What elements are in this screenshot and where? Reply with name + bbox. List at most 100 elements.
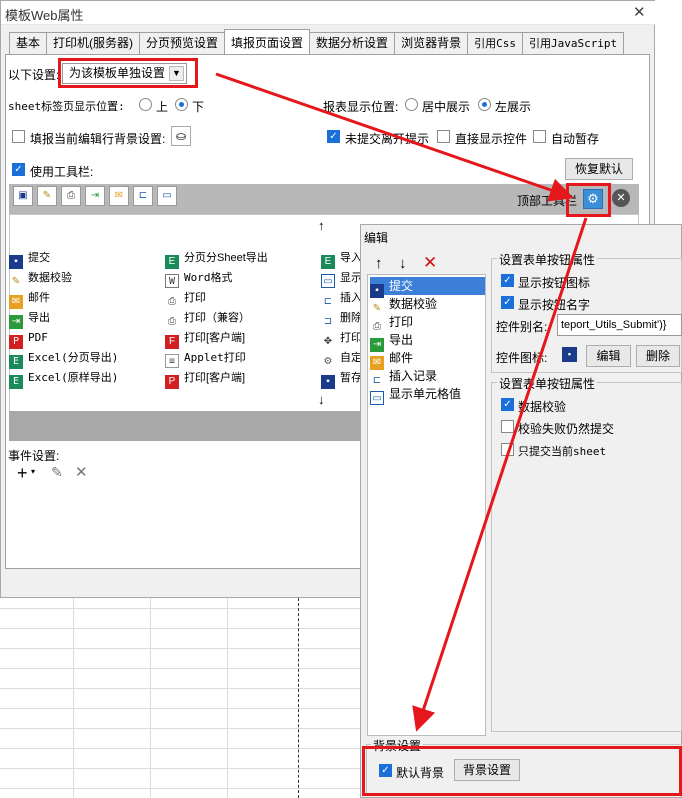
tab-css[interactable]: 引用Css — [467, 32, 523, 54]
list-item[interactable]: E Excel(分页导出) — [9, 349, 118, 369]
tab-printer[interactable]: 打印机(服务器) — [46, 32, 141, 54]
cell-value-icon[interactable]: ▭ — [157, 186, 177, 206]
list-item[interactable]: ✉ 邮件 — [9, 289, 50, 309]
export-icon: ⇥ — [9, 315, 23, 329]
spreadsheet-background — [0, 598, 362, 798]
pencil-icon[interactable]: ✎ — [37, 186, 57, 206]
printer-icon[interactable]: ⎙ — [61, 186, 81, 206]
highlight-box — [566, 183, 611, 217]
save-icon[interactable]: ▣ — [13, 186, 33, 206]
mail-icon[interactable]: ✉ — [109, 186, 129, 206]
excel-icon: E — [165, 255, 179, 269]
arrow-up-icon[interactable]: ↑ — [318, 218, 325, 233]
list-item[interactable]: ⎙ 打印 — [370, 313, 485, 332]
list-item[interactable]: E 分页分Sheet导出 — [165, 249, 268, 269]
sheet-pos-bottom-radio[interactable] — [175, 98, 188, 111]
word-icon: W — [165, 274, 179, 288]
tab-basic[interactable]: 基本 — [9, 32, 48, 54]
only-sheet-checkbox[interactable] — [501, 443, 514, 456]
tab-bar: 基本 打印机(服务器) 分页预览设置 填报页面设置 数据分析设置 浏览器背景 引… — [9, 29, 625, 54]
delete-icon[interactable]: ✕ — [423, 253, 437, 273]
list-item[interactable]: ▪ 提交 — [9, 249, 50, 269]
list-item[interactable]: ⎙ 打印（兼容） — [165, 309, 250, 327]
list-item[interactable]: ⇥ 导出 — [9, 309, 50, 329]
remove-toolbar-icon[interactable]: ✕ — [612, 189, 630, 207]
close-icon[interactable]: ✕ — [633, 3, 646, 21]
sheet-pos-bottom-label: 下 — [192, 100, 205, 114]
unsubmitted-checkbox[interactable]: ✓ — [327, 130, 340, 143]
excel-icon: E — [9, 375, 23, 389]
list-item[interactable]: ▭ 显示单元格值 — [370, 385, 485, 405]
pdf-icon: P — [165, 375, 179, 389]
use-toolbar-checkbox[interactable]: ✓ — [12, 163, 25, 176]
group-title: 设置表单按钮属性 — [497, 251, 598, 268]
window-title: 模板Web属性 — [5, 8, 84, 23]
list-item[interactable]: ✎ 数据校验 — [370, 295, 485, 314]
alias-label: 控件别名: — [496, 320, 548, 334]
report-pos-label: 报表显示位置: — [323, 100, 399, 114]
list-item[interactable]: ▪ 暂存 — [321, 369, 362, 389]
list-item[interactable]: ⚙ 自定 — [321, 349, 362, 367]
printer-icon: ⎙ — [168, 316, 176, 327]
list-item[interactable]: ⇥ 导出 — [370, 331, 485, 352]
show-icon-checkbox[interactable]: ✓ — [501, 274, 514, 287]
pencil-icon[interactable]: ✎ — [51, 464, 63, 481]
list-item[interactable]: ⊐ 删除 — [321, 309, 362, 327]
direct-ctrl-checkbox[interactable] — [437, 130, 450, 143]
restore-default-button[interactable]: 恢复默认 — [565, 158, 633, 180]
list-item[interactable]: ⊏ 插入记录 — [370, 367, 485, 386]
fail-submit-checkbox[interactable] — [501, 420, 514, 433]
list-item[interactable]: P PDF — [9, 329, 48, 349]
list-item[interactable]: ✥ 打印 — [321, 329, 362, 347]
list-item[interactable]: ▪ 提交 — [370, 277, 485, 298]
items-grid: ▪ 提交 ✎ 数据校验 ✉ 邮件 ⇥ 导出 P PDF E Excel(分页导出) E Exc… — [9, 249, 369, 409]
autosave-checkbox[interactable] — [533, 130, 546, 143]
report-pos-left-radio[interactable] — [478, 98, 491, 111]
cell-value-icon: ▭ — [321, 274, 335, 288]
list-item[interactable]: ⊏ 插入 — [321, 289, 362, 307]
applet-icon: ≡ — [165, 354, 179, 368]
unsubmitted-label: 未提交离开提示 — [345, 132, 430, 146]
row-bg-checkbox[interactable] — [12, 130, 25, 143]
list-item[interactable]: ✎ 数据校验 — [9, 269, 72, 287]
paint-bucket-icon[interactable]: ⛀ — [171, 126, 191, 146]
report-pos-center-label: 居中展示 — [422, 100, 471, 114]
show-icon-label: 显示按钮图标 — [518, 276, 591, 290]
sheet-pos-top-radio[interactable] — [139, 98, 152, 111]
close-icon[interactable]: ✕ — [75, 463, 88, 481]
list-item[interactable]: ≡ Applet打印 — [165, 349, 246, 368]
chevron-down-icon[interactable]: ▾ — [31, 467, 35, 476]
tab-javascript[interactable]: 引用JavaScript — [521, 32, 625, 54]
list-item[interactable]: ✉ 邮件 — [370, 349, 485, 370]
highlight-box — [362, 746, 682, 796]
tab-data-analysis[interactable]: 数据分析设置 — [309, 32, 396, 54]
tab-pagination-preview[interactable]: 分页预览设置 — [139, 32, 226, 54]
scope-label: 以下设置: — [8, 68, 60, 82]
tab-browser-bg[interactable]: 浏览器背景 — [394, 32, 469, 54]
title-bar: 模板Web属性 ✕ — [1, 1, 656, 25]
alias-input[interactable]: teport_Utils_Submit')} — [557, 314, 682, 336]
list-item[interactable]: P 打印[客户端] — [165, 369, 245, 389]
delete-icon-button[interactable]: 删除 — [636, 345, 680, 367]
arrow-up-icon[interactable]: ↑ — [375, 255, 383, 272]
list-item[interactable]: ▭ 显示 — [321, 269, 362, 288]
highlight-box — [58, 58, 198, 88]
arrow-down-icon[interactable]: ↓ — [399, 255, 407, 272]
insert-record-icon[interactable]: ⊏ — [133, 186, 153, 206]
list-item[interactable]: F 打印[客户端] — [165, 329, 245, 349]
list-item[interactable]: E 导入 — [321, 249, 362, 269]
export-icon[interactable]: ⇥ — [85, 186, 105, 206]
edit-icon-button[interactable]: 编辑 — [586, 345, 631, 367]
validate-checkbox[interactable]: ✓ — [501, 398, 514, 411]
list-item[interactable]: E Excel(原样导出) — [9, 369, 118, 389]
show-name-checkbox[interactable]: ✓ — [501, 296, 514, 309]
printer-icon: ⎙ — [168, 296, 176, 307]
report-pos-center-radio[interactable] — [405, 98, 418, 111]
tab-fill-page[interactable]: 填报页面设置 — [224, 29, 311, 54]
flash-print-icon: F — [165, 335, 179, 349]
save-icon: ▪ — [9, 255, 23, 269]
use-toolbar-label: 使用工具栏: — [30, 165, 94, 179]
list-item[interactable]: W Word格式 — [165, 269, 233, 288]
list-item[interactable]: ⎙ 打印 — [165, 289, 206, 307]
add-icon[interactable]: + — [17, 463, 28, 483]
